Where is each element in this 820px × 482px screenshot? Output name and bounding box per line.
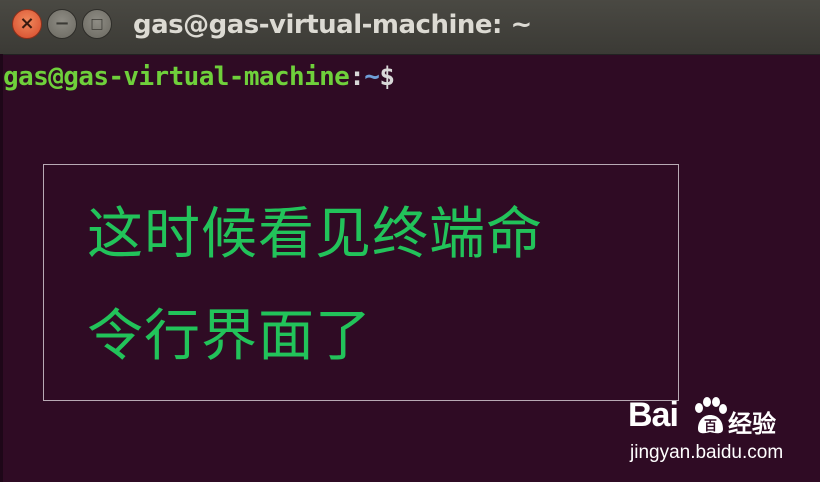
prompt-symbol: $ bbox=[379, 62, 395, 92]
terminal-window: × − □ gas@gas-virtual-machine: ~ gas@gas… bbox=[0, 0, 820, 482]
jingyan-label: 经验 bbox=[728, 410, 776, 438]
terminal-prompt[interactable]: gas@gas-virtual-machine:~$ bbox=[3, 62, 395, 92]
baidu-logo-text: Bai bbox=[628, 396, 679, 434]
baidu-paw-icon: 百 bbox=[695, 397, 727, 434]
maximize-icon: □ bbox=[90, 16, 104, 32]
minimize-button[interactable]: − bbox=[47, 9, 77, 39]
title-bar[interactable]: × − □ gas@gas-virtual-machine: ~ bbox=[0, 0, 820, 55]
close-icon: × bbox=[19, 13, 35, 34]
baidu-jingyan-watermark: Bai 百 经验 jingyan.baidu.com bbox=[626, 392, 816, 472]
maximize-button[interactable]: □ bbox=[82, 9, 112, 39]
caption-box: 这时候看见终端命 令行界面了 bbox=[43, 164, 679, 401]
caption-line-1: 这时候看见终端命 bbox=[87, 202, 543, 267]
close-button[interactable]: × bbox=[12, 9, 42, 39]
window-title: gas@gas-virtual-machine: ~ bbox=[133, 10, 532, 40]
prompt-colon: : bbox=[349, 62, 365, 92]
watermark-url: jingyan.baidu.com bbox=[630, 442, 784, 463]
prompt-user-host: gas@gas-virtual-machine bbox=[3, 62, 350, 92]
window-left-border bbox=[0, 54, 3, 482]
svg-text:百: 百 bbox=[704, 419, 717, 434]
prompt-path: ~ bbox=[364, 62, 380, 92]
minimize-icon: − bbox=[54, 13, 70, 34]
caption-line-2: 令行界面了 bbox=[87, 304, 372, 369]
